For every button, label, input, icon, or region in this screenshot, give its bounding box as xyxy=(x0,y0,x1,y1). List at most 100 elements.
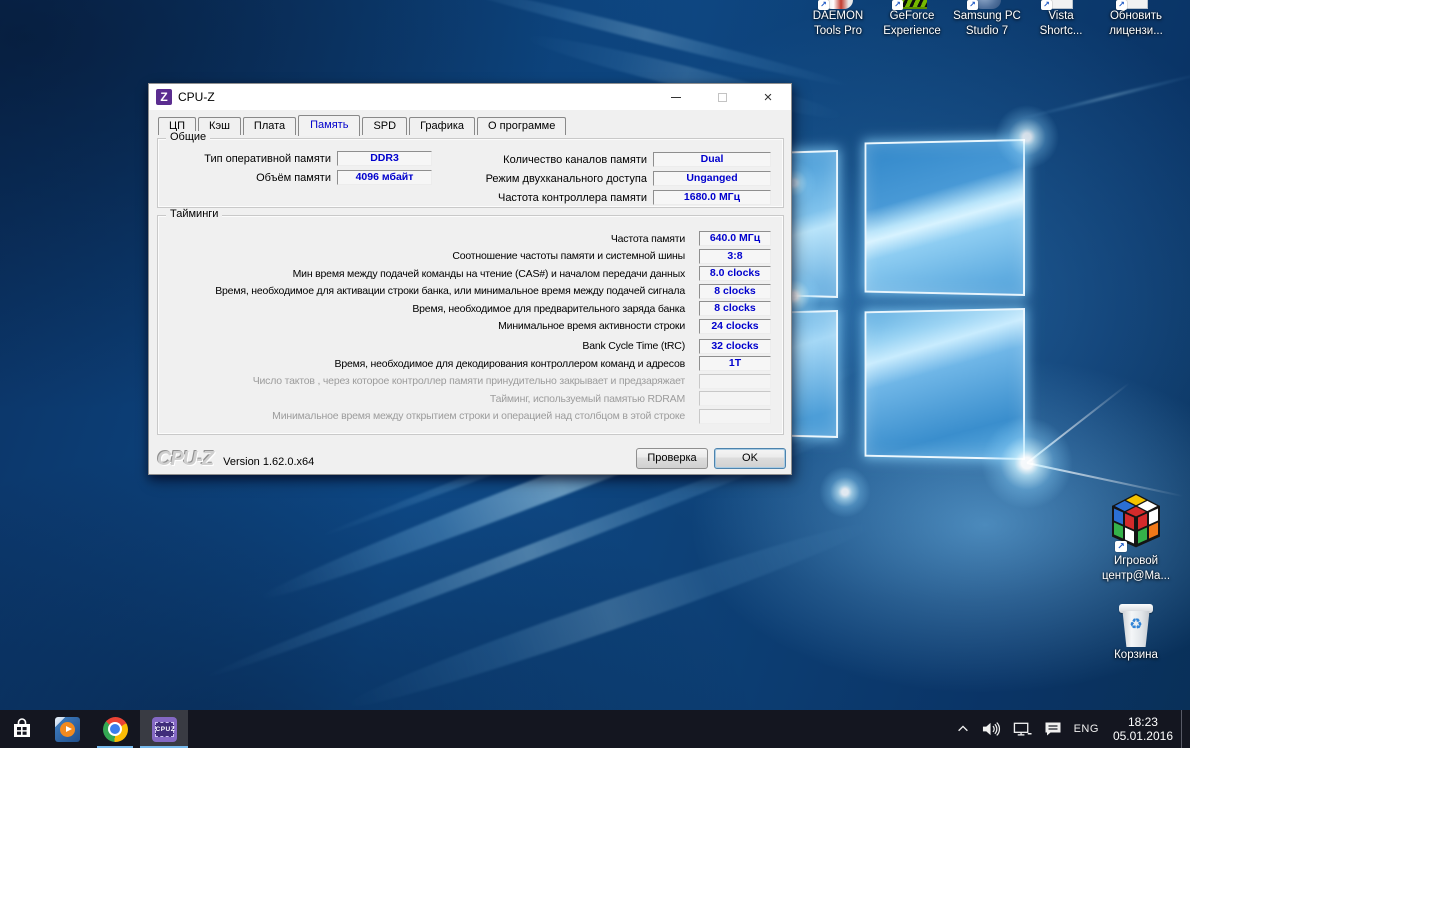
taskbar-chrome-button[interactable] xyxy=(92,710,138,748)
icon-label: GeForce xyxy=(875,9,949,24)
cpuz-logo: CPU-Z xyxy=(157,449,213,469)
tab-bar: ЦП Кэш Плата Память SPD Графика О програ… xyxy=(158,115,568,135)
timing-value: 8.0 clocks xyxy=(699,266,771,281)
timing-row-ras-precharge: Время, необходимое для предварительного … xyxy=(166,301,771,316)
timing-row-trc: Bank Cycle Time (tRC) 32 clocks xyxy=(166,339,771,354)
maximize-button[interactable] xyxy=(699,84,745,110)
general-group-title: Общие xyxy=(166,131,210,143)
field-label: Bank Cycle Time (tRC) xyxy=(582,340,685,352)
shortcut-arrow-icon: ↗ xyxy=(1041,0,1052,10)
tray-expand-button[interactable] xyxy=(950,710,976,748)
timings-group-title: Тайминги xyxy=(166,208,222,220)
icon-label: Tools Pro xyxy=(801,24,875,39)
field-label: Число тактов , через которое контроллер … xyxy=(253,375,685,387)
shortcut-arrow-icon: ↗ xyxy=(967,0,978,10)
field-row-dc-mode: Режим двухканального доступа Unganged xyxy=(421,171,771,186)
window-footer: CPU-Z Version 1.62.0.x64 Проверка OK xyxy=(157,444,786,469)
cpuz-taskbar-icon: CPUZ xyxy=(152,717,177,742)
field-label: Объём памяти xyxy=(164,172,331,184)
timing-value: 640.0 МГц xyxy=(699,231,771,246)
tab-about[interactable]: О программе xyxy=(477,117,566,135)
timing-row-tras: Минимальное время активности строки 24 c… xyxy=(166,319,771,334)
chevron-up-icon xyxy=(956,722,970,736)
minimize-button[interactable] xyxy=(653,84,699,110)
field-label: Тайминг, используемый памятью RDRAM xyxy=(490,393,685,405)
language-indicator[interactable]: ENG xyxy=(1068,710,1105,748)
timing-value xyxy=(699,374,771,389)
field-label: Минимальное время активности строки xyxy=(498,320,685,332)
clock[interactable]: 18:23 05.01.2016 xyxy=(1105,715,1181,743)
icon-label: Shortc... xyxy=(1024,24,1098,39)
timing-row-cas-latency: Мин время между подачей команды на чтени… xyxy=(166,266,771,281)
field-label: Минимальное время между открытием строки… xyxy=(272,410,685,422)
field-label: Соотношение частоты памяти и системной ш… xyxy=(452,250,685,262)
maximize-icon xyxy=(718,93,727,102)
field-row-channels: Количество каналов памяти Dual xyxy=(421,152,771,167)
check-button[interactable]: Проверка xyxy=(636,448,708,469)
ok-button[interactable]: OK xyxy=(714,448,786,469)
titlebar[interactable]: Z CPU-Z × xyxy=(149,84,791,110)
window-title: CPU-Z xyxy=(178,90,215,104)
timing-row-trcd: Минимальное время между открытием строки… xyxy=(166,409,771,424)
field-label: Частота контроллера памяти xyxy=(421,192,647,204)
tab-memory[interactable]: Память xyxy=(298,115,360,136)
timings-groupbox: Тайминги Частота памяти 640.0 МГц Соотно… xyxy=(157,215,784,435)
action-center-icon xyxy=(1044,721,1062,737)
shortcut-arrow-icon: ↗ xyxy=(1116,0,1127,10)
timing-value xyxy=(699,391,771,406)
network-icon xyxy=(1013,721,1032,737)
timing-row-ras-to-cas: Время, необходимое для активации строки … xyxy=(166,284,771,299)
vista-shortcut-icon xyxy=(1049,0,1073,9)
tab-graphics[interactable]: Графика xyxy=(409,117,475,135)
icon-label: лицензи... xyxy=(1099,24,1173,39)
field-label: Частота памяти xyxy=(611,233,685,245)
timing-value: 3:8 xyxy=(699,249,771,264)
icon-label: Игровой xyxy=(1090,554,1182,569)
desktop-icon-daemon-tools[interactable]: ↗ DAEMON Tools Pro xyxy=(801,0,875,39)
recycle-symbol-icon: ♻ xyxy=(1118,616,1154,632)
desktop-icon-game-center[interactable]: ↗ Игровой центр@Ma... xyxy=(1090,496,1182,584)
memory-type-value: DDR3 xyxy=(337,151,432,166)
action-center-button[interactable] xyxy=(1038,710,1068,748)
active-indicator xyxy=(140,746,188,748)
desktop-icon-samsung-pc-studio[interactable]: ↗ Samsung PC Studio 7 xyxy=(950,0,1024,39)
screen: ↗ DAEMON Tools Pro ↗ GeForce Experience … xyxy=(0,0,1190,748)
desktop-icon-vista-shortcut[interactable]: ↗ Vista Shortc... xyxy=(1024,0,1098,39)
icon-label: центр@Ma... xyxy=(1090,569,1182,584)
icon-label: Experience xyxy=(875,24,949,39)
shortcut-arrow-icon: ↗ xyxy=(1115,541,1127,552)
field-row-nb-frequency: Частота контроллера памяти 1680.0 МГц xyxy=(421,190,771,205)
desktop-icon-recycle-bin[interactable]: ♻ Корзина xyxy=(1090,602,1182,663)
show-desktop-button[interactable] xyxy=(1181,710,1186,748)
speaker-icon xyxy=(982,721,1001,737)
volume-button[interactable] xyxy=(976,710,1007,748)
icon-label: Vista xyxy=(1024,9,1098,24)
game-center-icon: ↗ xyxy=(1112,496,1160,554)
cpuz-window: Z CPU-Z × ЦП Кэш Плата Память SPD График… xyxy=(148,83,792,475)
taskbar-cpuz-button[interactable]: CPUZ xyxy=(140,710,188,748)
desktop-icon-update-license[interactable]: ↗ Обновить лицензи... xyxy=(1099,0,1173,39)
light-flare xyxy=(992,102,1062,172)
taskbar-store-button[interactable] xyxy=(0,710,44,748)
tab-spd[interactable]: SPD xyxy=(362,117,407,135)
cpuz-badge: CPUZ xyxy=(155,722,174,737)
taskbar-movies-tv-button[interactable] xyxy=(44,710,90,748)
tab-mainboard[interactable]: Плата xyxy=(243,117,296,135)
field-label: Время, необходимое для предварительного … xyxy=(412,303,685,315)
chrome-icon xyxy=(103,717,128,742)
timing-value: 1T xyxy=(699,356,771,371)
light-flare xyxy=(817,464,873,520)
field-label: Режим двухканального доступа xyxy=(421,173,647,185)
movies-tv-icon xyxy=(55,717,80,742)
icon-label: Samsung PC xyxy=(950,9,1024,24)
desktop-icon-geforce-experience[interactable]: ↗ GeForce Experience xyxy=(875,0,949,39)
field-row-memory-size: Объём памяти 4096 мбайт xyxy=(164,170,432,185)
icon-label: Корзина xyxy=(1090,648,1182,663)
tray-date: 05.01.2016 xyxy=(1113,729,1173,743)
close-button[interactable]: × xyxy=(745,84,791,110)
timing-row-fsb-dram: Соотношение частоты памяти и системной ш… xyxy=(166,249,771,264)
field-label: Время, необходимое для активации строки … xyxy=(215,285,685,297)
field-label: Тип оперативной памяти xyxy=(164,153,331,165)
icon-label: DAEMON xyxy=(801,9,875,24)
network-button[interactable] xyxy=(1007,710,1038,748)
